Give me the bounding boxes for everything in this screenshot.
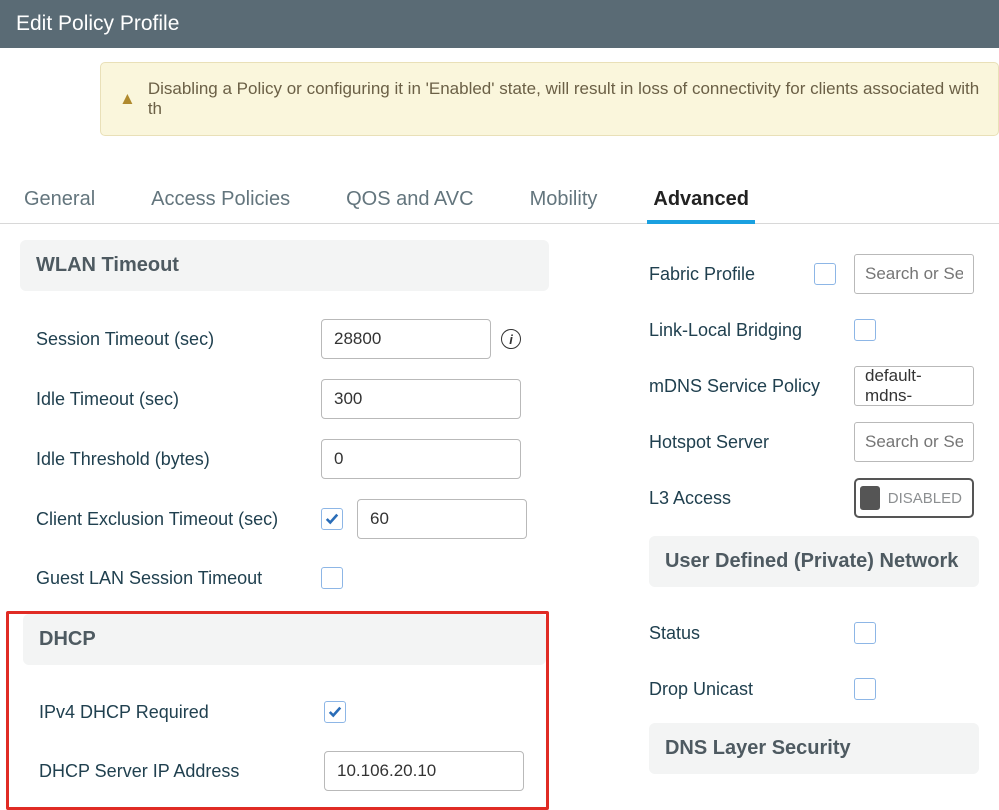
row-idle-threshold: Idle Threshold (bytes) — [20, 429, 549, 489]
tab-mobility[interactable]: Mobility — [526, 180, 602, 223]
session-timeout-label: Session Timeout (sec) — [36, 329, 321, 350]
section-wlan-timeout: WLAN Timeout — [20, 240, 549, 291]
section-dns-layer: DNS Layer Security — [649, 723, 979, 774]
row-drop-unicast: Drop Unicast — [649, 661, 979, 717]
guest-lan-checkbox[interactable] — [321, 567, 343, 589]
row-idle-timeout: Idle Timeout (sec) — [20, 369, 549, 429]
mdns-select[interactable]: default-mdns- — [854, 366, 974, 406]
session-timeout-input[interactable] — [321, 319, 491, 359]
toggle-thumb — [860, 486, 880, 510]
tab-access-policies[interactable]: Access Policies — [147, 180, 294, 223]
row-l3-access: L3 Access DISABLED — [649, 470, 979, 526]
row-guest-lan: Guest LAN Session Timeout — [20, 549, 549, 607]
idle-timeout-label: Idle Timeout (sec) — [36, 389, 321, 410]
ipv4-dhcp-required-checkbox[interactable] — [324, 701, 346, 723]
row-mdns-policy: mDNS Service Policy default-mdns- — [649, 358, 979, 414]
modal-header: Edit Policy Profile — [0, 0, 999, 48]
idle-threshold-input[interactable] — [321, 439, 521, 479]
drop-unicast-label: Drop Unicast — [649, 679, 854, 700]
hotspot-label: Hotspot Server — [649, 432, 854, 453]
warning-icon: ▲ — [119, 89, 136, 109]
row-ipv4-dhcp-required: IPv4 DHCP Required — [23, 683, 546, 741]
fabric-profile-label: Fabric Profile — [649, 264, 814, 285]
warning-banner: ▲ Disabling a Policy or configuring it i… — [100, 62, 999, 136]
left-column: WLAN Timeout Session Timeout (sec) i Idl… — [20, 240, 549, 810]
modal-title: Edit Policy Profile — [16, 12, 179, 35]
l3-access-state: DISABLED — [888, 490, 962, 507]
dhcp-server-ip-label: DHCP Server IP Address — [39, 761, 324, 782]
right-column: Fabric Profile Link-Local Bridging mDNS … — [649, 240, 979, 810]
client-exclusion-checkbox[interactable] — [321, 508, 343, 530]
idle-timeout-input[interactable] — [321, 379, 521, 419]
row-session-timeout: Session Timeout (sec) i — [20, 309, 549, 369]
link-local-checkbox[interactable] — [854, 319, 876, 341]
client-exclusion-label: Client Exclusion Timeout (sec) — [36, 509, 321, 530]
row-dhcp-server-ip: DHCP Server IP Address — [23, 741, 546, 801]
row-fabric-profile: Fabric Profile — [649, 246, 979, 302]
warning-text: Disabling a Policy or configuring it in … — [148, 79, 980, 119]
section-udn: User Defined (Private) Network — [649, 536, 979, 587]
tab-advanced[interactable]: Advanced — [649, 180, 753, 223]
tab-bar: General Access Policies QOS and AVC Mobi… — [0, 180, 999, 224]
status-checkbox[interactable] — [854, 622, 876, 644]
content-area: ▲ Disabling a Policy or configuring it i… — [0, 62, 999, 810]
guest-lan-label: Guest LAN Session Timeout — [36, 568, 321, 589]
row-link-local-bridging: Link-Local Bridging — [649, 302, 979, 358]
l3-access-toggle[interactable]: DISABLED — [854, 478, 974, 518]
ipv4-dhcp-required-label: IPv4 DHCP Required — [39, 702, 324, 723]
row-hotspot-server: Hotspot Server — [649, 414, 979, 470]
status-label: Status — [649, 623, 854, 644]
tab-general[interactable]: General — [20, 180, 99, 223]
info-icon[interactable]: i — [501, 329, 521, 349]
mdns-label: mDNS Service Policy — [649, 376, 854, 397]
drop-unicast-checkbox[interactable] — [854, 678, 876, 700]
dhcp-highlight-box: DHCP IPv4 DHCP Required DHCP Server IP A… — [6, 611, 549, 810]
tab-qos-avc[interactable]: QOS and AVC — [342, 180, 477, 223]
fabric-profile-checkbox[interactable] — [814, 263, 836, 285]
client-exclusion-input[interactable] — [357, 499, 527, 539]
link-local-label: Link-Local Bridging — [649, 320, 854, 341]
section-dhcp: DHCP — [23, 614, 546, 665]
form-body: WLAN Timeout Session Timeout (sec) i Idl… — [0, 224, 999, 810]
l3-access-label: L3 Access — [649, 488, 854, 509]
row-status: Status — [649, 605, 979, 661]
hotspot-select[interactable] — [854, 422, 974, 462]
dhcp-server-ip-input[interactable] — [324, 751, 524, 791]
fabric-profile-select[interactable] — [854, 254, 974, 294]
row-client-exclusion: Client Exclusion Timeout (sec) — [20, 489, 549, 549]
idle-threshold-label: Idle Threshold (bytes) — [36, 449, 321, 470]
